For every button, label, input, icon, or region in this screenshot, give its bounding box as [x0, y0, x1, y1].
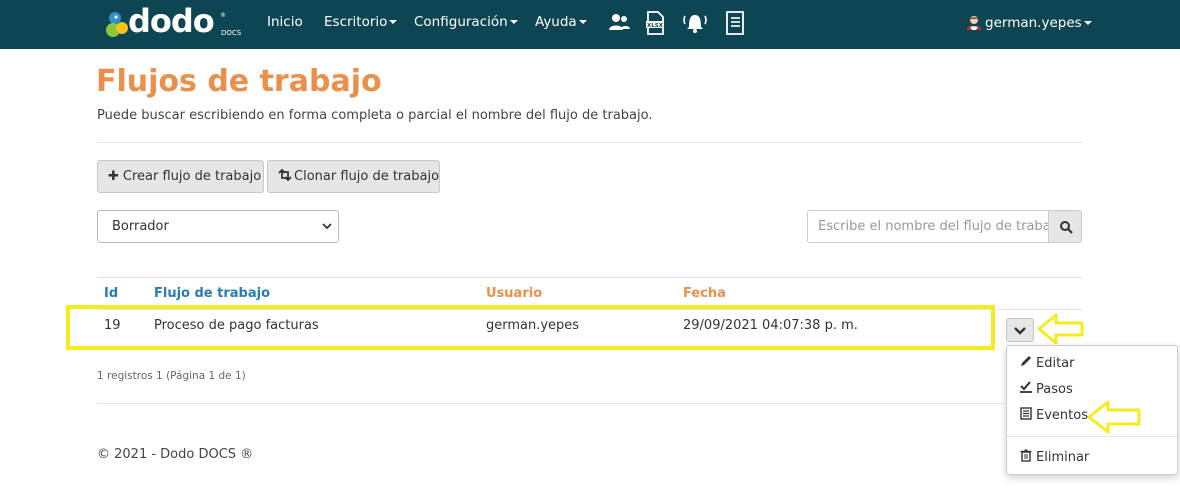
- trash-icon: [1020, 449, 1032, 462]
- logo-wordmark: dodo: [128, 2, 215, 40]
- table-top-border: [97, 277, 1082, 278]
- xlsx-file-icon[interactable]: XLSX: [643, 10, 667, 36]
- pencil-icon: [1021, 356, 1031, 366]
- create-workflow-label: Crear flujo de trabajo: [122, 169, 262, 184]
- plus-icon: ✚: [108, 169, 119, 184]
- users-icon[interactable]: [607, 10, 631, 36]
- clone-workflow-button[interactable]: Clonar flujo de trabajo: [267, 160, 440, 193]
- user-menu[interactable]: german.yepes: [966, 14, 1092, 31]
- menu-item-pasos-label: Pasos: [1036, 382, 1073, 397]
- nav-escritorio-label: Escritorio: [324, 14, 388, 30]
- menu-item-eliminar[interactable]: Eliminar: [1019, 449, 1089, 465]
- menu-divider: [1007, 436, 1177, 437]
- dodo-docs-logo[interactable]: dodo ® DOCS: [103, 2, 243, 44]
- document-list-icon[interactable]: [723, 10, 747, 36]
- checkmark-icon: [1020, 381, 1032, 393]
- caret-down-icon: [389, 20, 398, 24]
- list-icon: [1020, 407, 1032, 420]
- top-navbar: dodo ® DOCS Inicio Escritorio Configurac…: [0, 0, 1180, 49]
- nav-ayuda[interactable]: Ayuda: [535, 14, 587, 30]
- nav-ayuda-label: Ayuda: [535, 14, 577, 30]
- select-chevron-icon: [322, 223, 332, 230]
- arrow-annotation-icon: [1037, 313, 1084, 345]
- nav-configuracion-label: Configuración: [414, 14, 508, 30]
- menu-item-eventos-label: Eventos: [1036, 408, 1088, 423]
- menu-item-editar[interactable]: Editar: [1019, 355, 1075, 371]
- menu-item-eventos[interactable]: Eventos: [1019, 407, 1088, 423]
- arrow-annotation-icon: [1087, 400, 1141, 434]
- bell-icon[interactable]: [681, 10, 709, 36]
- cell-date: 29/09/2021 04:07:38 p. m.: [683, 318, 858, 333]
- footer-divider: [97, 403, 1005, 404]
- nav-configuracion[interactable]: Configuración: [414, 14, 518, 30]
- nav-inicio[interactable]: Inicio: [267, 14, 303, 30]
- menu-item-eliminar-label: Eliminar: [1036, 450, 1090, 465]
- page-title: Flujos de trabajo: [96, 64, 382, 99]
- create-workflow-button[interactable]: ✚ Crear flujo de trabajo: [97, 160, 264, 193]
- cell-id: 19: [104, 318, 121, 333]
- logo-registered-mark: ®: [220, 12, 226, 19]
- column-header-workflow[interactable]: Flujo de trabajo: [154, 286, 270, 301]
- search-button[interactable]: [1048, 210, 1082, 243]
- user-name: german.yepes: [985, 15, 1082, 31]
- page-subtitle: Puede buscar escribiendo en forma comple…: [97, 108, 653, 123]
- retweet-icon: [278, 168, 292, 182]
- column-header-id[interactable]: Id: [104, 286, 118, 301]
- footer-copyright: © 2021 - Dodo DOCS ®: [97, 447, 254, 462]
- menu-item-editar-label: Editar: [1036, 356, 1075, 371]
- chevron-down-icon: [1014, 327, 1026, 335]
- search-icon: [1060, 221, 1073, 234]
- svg-text:XLSX: XLSX: [647, 23, 664, 29]
- user-avatar-icon: [967, 16, 981, 30]
- caret-down-icon: [509, 20, 518, 24]
- caret-down-icon: [1083, 21, 1092, 25]
- logo-sub: DOCS: [221, 29, 242, 37]
- cell-workflow-name[interactable]: Proceso de pago facturas: [154, 318, 319, 333]
- status-select-value: Borrador: [112, 219, 169, 234]
- records-count: 1 registros 1 (Página 1 de 1): [97, 370, 246, 382]
- column-header-user[interactable]: Usuario: [486, 286, 542, 301]
- caret-down-icon: [578, 20, 587, 24]
- workflow-search-input[interactable]: Escribe el nombre del flujo de trabajo: [807, 210, 1050, 243]
- menu-item-pasos[interactable]: Pasos: [1019, 381, 1073, 397]
- divider: [97, 142, 1082, 143]
- cell-user: german.yepes: [486, 318, 580, 333]
- clone-workflow-label: Clonar flujo de trabajo: [294, 169, 440, 184]
- nav-escritorio[interactable]: Escritorio: [324, 14, 398, 30]
- column-header-date[interactable]: Fecha: [683, 286, 726, 301]
- status-select[interactable]: Borrador: [97, 210, 339, 243]
- row-actions-toggle[interactable]: [1006, 318, 1034, 342]
